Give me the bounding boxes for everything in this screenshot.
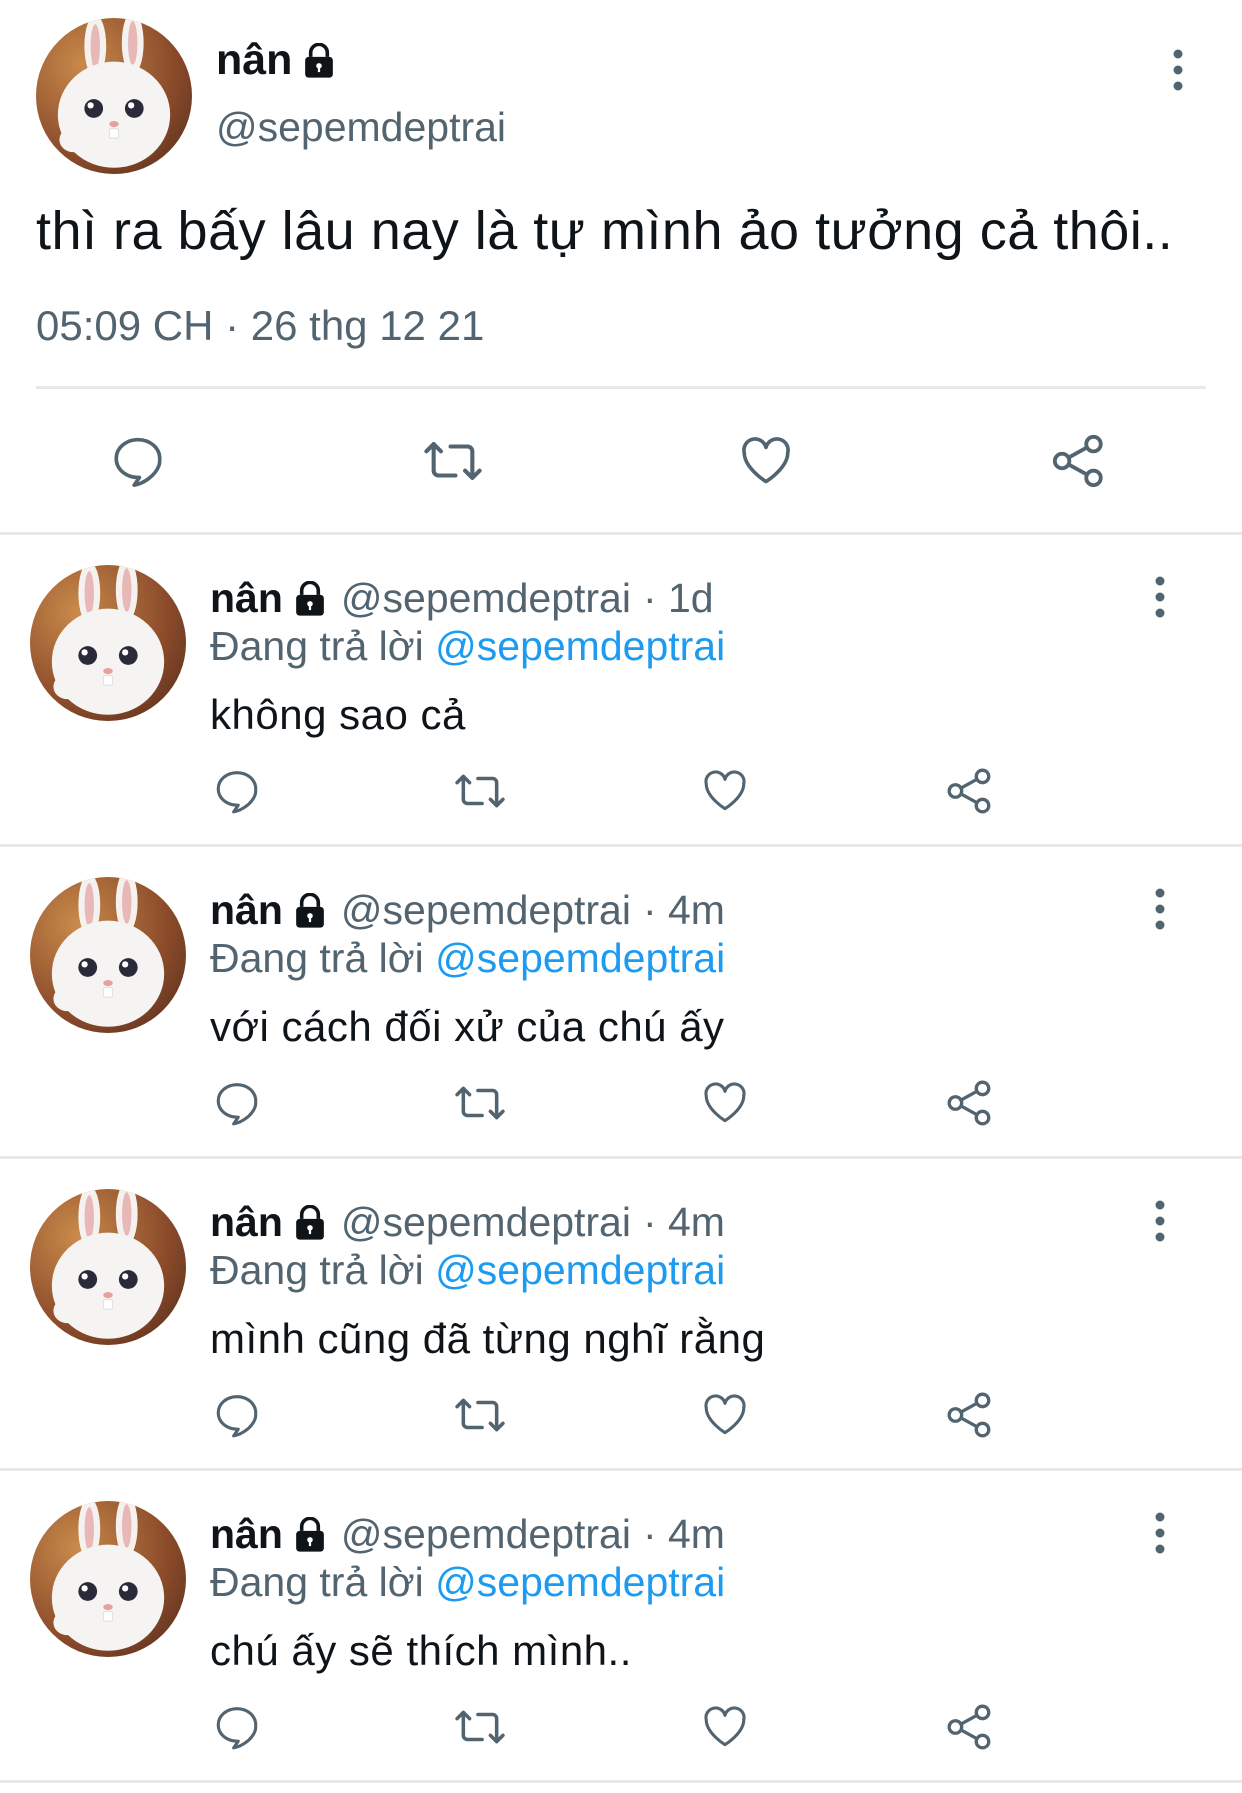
reply-tweet[interactable]: nân @sepemdeptrai · 1d Đang trả lời @sep…: [0, 535, 1242, 847]
replying-to-mention[interactable]: @sepemdeptrai: [435, 935, 725, 981]
share-icon[interactable]: [942, 1075, 998, 1131]
like-icon[interactable]: [697, 1387, 753, 1443]
tweet-actions: [0, 763, 1242, 819]
bunny-avatar-icon: [51, 1501, 165, 1651]
share-icon[interactable]: [1046, 428, 1112, 494]
avatar[interactable]: [30, 565, 186, 721]
more-options-icon[interactable]: [1148, 1199, 1172, 1243]
avatar[interactable]: [30, 877, 186, 1033]
retweet-icon[interactable]: [420, 428, 486, 494]
tweet-timestamp[interactable]: 05:09 CH · 26 thg 12 21: [36, 302, 484, 350]
like-icon[interactable]: [697, 1075, 753, 1131]
reply-icon[interactable]: [105, 428, 171, 494]
reply-tweet[interactable]: nân @sepemdeptrai · 4m Đang trả lời @sep…: [0, 1471, 1242, 1783]
more-options-icon[interactable]: [1148, 1511, 1172, 1555]
author-handle[interactable]: @sepemdeptrai: [341, 887, 631, 934]
retweet-icon[interactable]: [452, 763, 508, 819]
reply-icon[interactable]: [209, 763, 265, 819]
reply-tweet[interactable]: nân @sepemdeptrai · 4m Đang trả lời @sep…: [0, 1159, 1242, 1471]
bunny-avatar-icon: [51, 1189, 165, 1339]
tweet-actions: [0, 428, 1242, 494]
like-icon[interactable]: [697, 763, 753, 819]
replying-label: Đang trả lời: [210, 935, 424, 981]
replying-label: Đang trả lời: [210, 623, 424, 669]
retweet-icon[interactable]: [452, 1075, 508, 1131]
more-options-icon[interactable]: [1166, 48, 1190, 92]
tweet-text: với cách đối xử của chú ấy: [210, 1003, 725, 1050]
avatar[interactable]: [30, 1501, 186, 1657]
tweet-actions: [0, 1699, 1242, 1755]
reply-header: nân @sepemdeptrai · 4m: [210, 1199, 725, 1246]
author-name[interactable]: nân: [210, 1511, 283, 1558]
tweet-text: mình cũng đã từng nghĩ rằng: [210, 1315, 766, 1362]
author-handle[interactable]: @sepemdeptrai: [341, 575, 631, 622]
replying-to-mention[interactable]: @sepemdeptrai: [435, 1247, 725, 1293]
reply-header: nân @sepemdeptrai · 4m: [210, 1511, 725, 1558]
tweet-actions: [0, 1387, 1242, 1443]
retweet-icon[interactable]: [452, 1387, 508, 1443]
tweet-text: thì ra bấy lâu nay là tự mình ảo tưởng c…: [36, 201, 1174, 261]
bunny-avatar-icon: [57, 18, 171, 168]
more-options-icon[interactable]: [1148, 887, 1172, 931]
reply-icon[interactable]: [209, 1387, 265, 1443]
tweet-text: chú ấy sẽ thích mình..: [210, 1627, 632, 1674]
replying-label: Đang trả lời: [210, 1559, 424, 1605]
author-handle[interactable]: @sepemdeptrai: [216, 104, 506, 151]
tweet-text: không sao cả: [210, 691, 466, 738]
replying-to: Đang trả lời @sepemdeptrai: [210, 623, 725, 670]
share-icon[interactable]: [942, 1387, 998, 1443]
reply-time[interactable]: · 1d: [643, 575, 714, 622]
reply-time[interactable]: · 4m: [643, 1511, 725, 1558]
lock-icon: [305, 42, 334, 78]
bunny-avatar-icon: [51, 877, 165, 1027]
replying-to: Đang trả lời @sepemdeptrai: [210, 935, 725, 982]
share-icon[interactable]: [942, 1699, 998, 1755]
replying-to-mention[interactable]: @sepemdeptrai: [435, 623, 725, 669]
author-handle[interactable]: @sepemdeptrai: [341, 1199, 631, 1246]
author-name[interactable]: nân: [210, 1199, 283, 1246]
bunny-avatar-icon: [51, 565, 165, 715]
avatar[interactable]: [36, 18, 192, 174]
divider: [36, 386, 1206, 389]
replying-to: Đang trả lời @sepemdeptrai: [210, 1559, 725, 1606]
reply-icon[interactable]: [209, 1075, 265, 1131]
tweet-actions: [0, 1075, 1242, 1131]
lock-icon: [296, 1516, 324, 1552]
share-icon[interactable]: [942, 763, 998, 819]
lock-icon: [296, 892, 324, 928]
reply-header: nân @sepemdeptrai · 1d: [210, 575, 714, 622]
like-icon[interactable]: [733, 428, 799, 494]
replying-label: Đang trả lời: [210, 1247, 424, 1293]
lock-icon: [296, 580, 324, 616]
like-icon[interactable]: [697, 1699, 753, 1755]
retweet-icon[interactable]: [452, 1699, 508, 1755]
lock-icon: [296, 1204, 324, 1240]
more-options-icon[interactable]: [1148, 575, 1172, 619]
replying-to: Đang trả lời @sepemdeptrai: [210, 1247, 725, 1294]
reply-time[interactable]: · 4m: [643, 1199, 725, 1246]
author-handle[interactable]: @sepemdeptrai: [341, 1511, 631, 1558]
reply-tweet[interactable]: nân @sepemdeptrai · 4m Đang trả lời @sep…: [0, 847, 1242, 1159]
author-name[interactable]: nân: [216, 36, 336, 85]
avatar[interactable]: [30, 1189, 186, 1345]
replying-to-mention[interactable]: @sepemdeptrai: [435, 1559, 725, 1605]
reply-icon[interactable]: [209, 1699, 265, 1755]
author-name[interactable]: nân: [210, 887, 283, 934]
main-tweet: nân @sepemdeptrai thì ra bấy lâu nay là …: [0, 0, 1242, 535]
author-name[interactable]: nân: [210, 575, 283, 622]
reply-header: nân @sepemdeptrai · 4m: [210, 887, 725, 934]
reply-time[interactable]: · 4m: [643, 887, 725, 934]
